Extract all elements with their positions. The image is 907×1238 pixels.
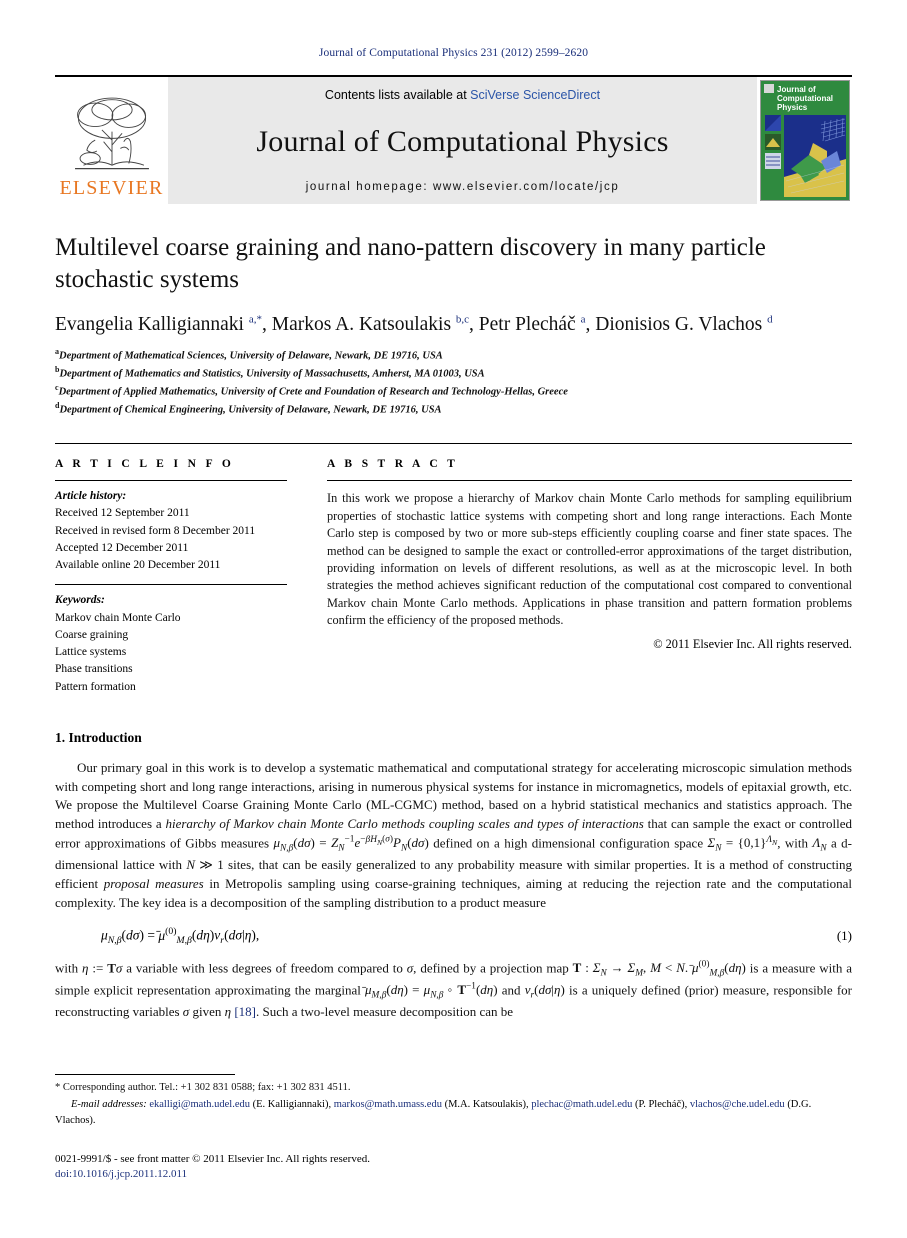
intro2-text-g: given <box>189 1004 225 1020</box>
inline-formula-sigma-n: ΣN = {0,1}ΛN <box>707 834 778 854</box>
affiliation-a: aDepartment of Mathematical Sciences, Un… <box>55 346 852 364</box>
email-link-vlachos[interactable]: vlachos@che.udel.edu <box>690 1099 785 1110</box>
inline-symbol-n-gg: N ≫ <box>186 857 213 873</box>
masthead-center: Contents lists available at SciVerse Sci… <box>168 77 757 204</box>
corresponding-author-note: * Corresponding author. Tel.: +1 302 831… <box>55 1081 351 1093</box>
intro-italic-proposal: proposal measures <box>103 875 204 891</box>
introduction-section: 1. Introduction Our primary goal in this… <box>55 730 852 1022</box>
elsevier-wordmark: ELSEVIER <box>59 177 164 199</box>
inline-formula-marginal: ̄μM,β(dη) = μN,β ◦ T−1(dη) <box>365 981 498 1001</box>
info-abstract-section: A R T I C L E I N F O Article history: R… <box>55 443 852 696</box>
intro-paragraph-2: with η := Tσ a variable with less degree… <box>55 959 852 1023</box>
history-item: Available online 20 December 2011 <box>55 559 221 572</box>
inline-symbol-lambda-n: ΛN <box>812 835 827 854</box>
section-heading-introduction: 1. Introduction <box>55 729 142 745</box>
history-item: Received in revised form 8 December 2011 <box>55 524 256 537</box>
intro-italic-hierarchy: hierarchy of Markov chain Monte Carlo me… <box>165 816 644 832</box>
svg-text:Computational: Computational <box>777 94 833 103</box>
contents-prefix: Contents lists available at <box>324 88 467 102</box>
equation-1-body: μN,β(dσ) = ̄μ(0)M,β(dη)νr(dσ|η), <box>101 926 260 947</box>
cover-image: Journal of Computational Physics <box>759 80 850 201</box>
keyword-item: Markov chain Monte Carlo <box>55 611 181 624</box>
email-link-katsoulakis[interactable]: markos@math.umass.edu <box>334 1099 442 1110</box>
inline-symbol-eta-2: η <box>224 1004 232 1020</box>
email-link-plechac[interactable]: plechac@math.udel.edu <box>531 1099 632 1110</box>
affil-text-c: Department of Applied Mathematics, Unive… <box>58 386 568 398</box>
doi-link[interactable]: doi:10.1016/j.jcp.2011.12.011 <box>55 1168 852 1180</box>
page-footer: * Corresponding author. Tel.: +1 302 831… <box>55 1073 852 1180</box>
elsevier-logo: ELSEVIER <box>55 77 168 204</box>
sciencedirect-link[interactable]: SciVerse ScienceDirect <box>470 88 600 102</box>
affiliation-d: dDepartment of Chemical Engineering, Uni… <box>55 400 852 418</box>
issn-copyright-line: 0021-9991/$ - see front matter © 2011 El… <box>55 1152 370 1165</box>
history-item: Received 12 September 2011 <box>55 507 190 520</box>
intro2-text-b: a variable with less degrees of freedom … <box>122 959 407 975</box>
inline-formula-gibbs: μN,β(dσ) = ZN−1e−βHN(σ)PN(dσ) <box>273 834 429 854</box>
abstract-copyright: © 2011 Elsevier Inc. All rights reserved… <box>653 636 852 651</box>
svg-text:Journal of: Journal of <box>777 85 816 94</box>
article-info-heading: A R T I C L E I N F O <box>55 458 235 471</box>
keywords-group: Keywords: Markov chain Monte Carlo Coars… <box>55 585 287 696</box>
journal-masthead: ELSEVIER Contents lists available at Sci… <box>55 75 852 204</box>
contents-available-line: Contents lists available at SciVerse Sci… <box>325 88 600 102</box>
affiliation-c: cDepartment of Applied Mathematics, Univ… <box>55 382 852 400</box>
journal-title: Journal of Computational Physics <box>256 124 669 158</box>
intro-text-c: defined on a high dimensional configurat… <box>428 835 708 851</box>
abstract-text: In this work we propose a hierarchy of M… <box>327 491 852 628</box>
equation-1-number: (1) <box>836 927 852 943</box>
equation-1-row: μN,β(dσ) = ̄μ(0)M,β(dη)νr(dσ|η), (1) <box>55 926 852 946</box>
email-person-plechac: (P. Plecháč) <box>635 1099 685 1111</box>
article-history-group: Article history: Received 12 September 2… <box>55 481 287 584</box>
inline-formula-projection: T : ΣN → ΣM, M < N. <box>572 959 689 979</box>
abstract-column: A B S T R A C T In this work we propose … <box>327 444 852 696</box>
page-title: Multilevel coarse graining and nano-patt… <box>55 234 766 293</box>
cover-artwork: Journal of Computational Physics <box>760 81 849 200</box>
keyword-item: Lattice systems <box>55 646 127 659</box>
email-link-kalligiannaki[interactable]: ekalligi@math.udel.edu <box>149 1099 250 1110</box>
intro-paragraph-1: Our primary goal in this work is to deve… <box>55 759 852 912</box>
email-addresses-note: E-mail addresses: ekalligi@math.udel.edu… <box>55 1099 812 1127</box>
affil-text-b: Department of Mathematics and Statistics… <box>59 368 485 380</box>
email-person-katsoulakis: (M.A. Katsoulakis) <box>444 1099 526 1111</box>
article-info-column: A R T I C L E I N F O Article history: R… <box>55 444 287 696</box>
affiliation-b: bDepartment of Mathematics and Statistic… <box>55 364 852 382</box>
article-history-heading: Article history: <box>55 490 127 503</box>
elsevier-tree-icon <box>74 97 149 170</box>
footer-divider <box>55 1073 235 1075</box>
keyword-item: Coarse graining <box>55 628 129 641</box>
keywords-heading: Keywords: <box>55 594 105 607</box>
affil-text-a: Department of Mathematical Sciences, Uni… <box>59 350 443 362</box>
citation-ref-18[interactable]: [18] <box>234 1004 256 1019</box>
intro2-text-c: , defined by a projection map <box>413 959 573 975</box>
inline-symbol-eta-def: η := Tσ <box>82 959 123 975</box>
affil-text-d: Department of Chemical Engineering, Univ… <box>59 404 442 415</box>
author-list: Evangelia Kalligiannaki a,*, Markos A. K… <box>55 313 773 336</box>
intro2-text-e: and <box>497 982 525 998</box>
article-page: Journal of Computational Physics 231 (20… <box>0 0 907 1238</box>
email-label: E-mail addresses: <box>71 1099 147 1111</box>
inline-formula-nu-r: νr(dσ|η) <box>524 982 565 1001</box>
keyword-item: Pattern formation <box>55 680 136 693</box>
email-person-kalligiannaki: (E. Kalligiannaki) <box>252 1099 329 1111</box>
journal-homepage-link[interactable]: journal homepage: www.elsevier.com/locat… <box>306 181 620 193</box>
affiliation-list: aDepartment of Mathematical Sciences, Un… <box>55 346 852 417</box>
keyword-item: Phase transitions <box>55 663 133 676</box>
history-item: Accepted 12 December 2011 <box>55 541 189 554</box>
intro2-text-h: . Such a two-level measure decomposition… <box>255 1004 514 1020</box>
intro2-text-a: with <box>55 959 83 975</box>
title-block: Multilevel coarse graining and nano-patt… <box>55 232 852 417</box>
intro-text-d: , with <box>777 835 813 851</box>
journal-cover-thumbnail: Journal of Computational Physics <box>757 77 852 204</box>
abstract-heading: A B S T R A C T <box>327 458 459 471</box>
inline-formula-mu-bar: ̄μ(0)M,β(dη) <box>692 959 746 979</box>
svg-text:Physics: Physics <box>777 103 808 112</box>
running-head: Journal of Computational Physics 231 (20… <box>318 47 589 59</box>
